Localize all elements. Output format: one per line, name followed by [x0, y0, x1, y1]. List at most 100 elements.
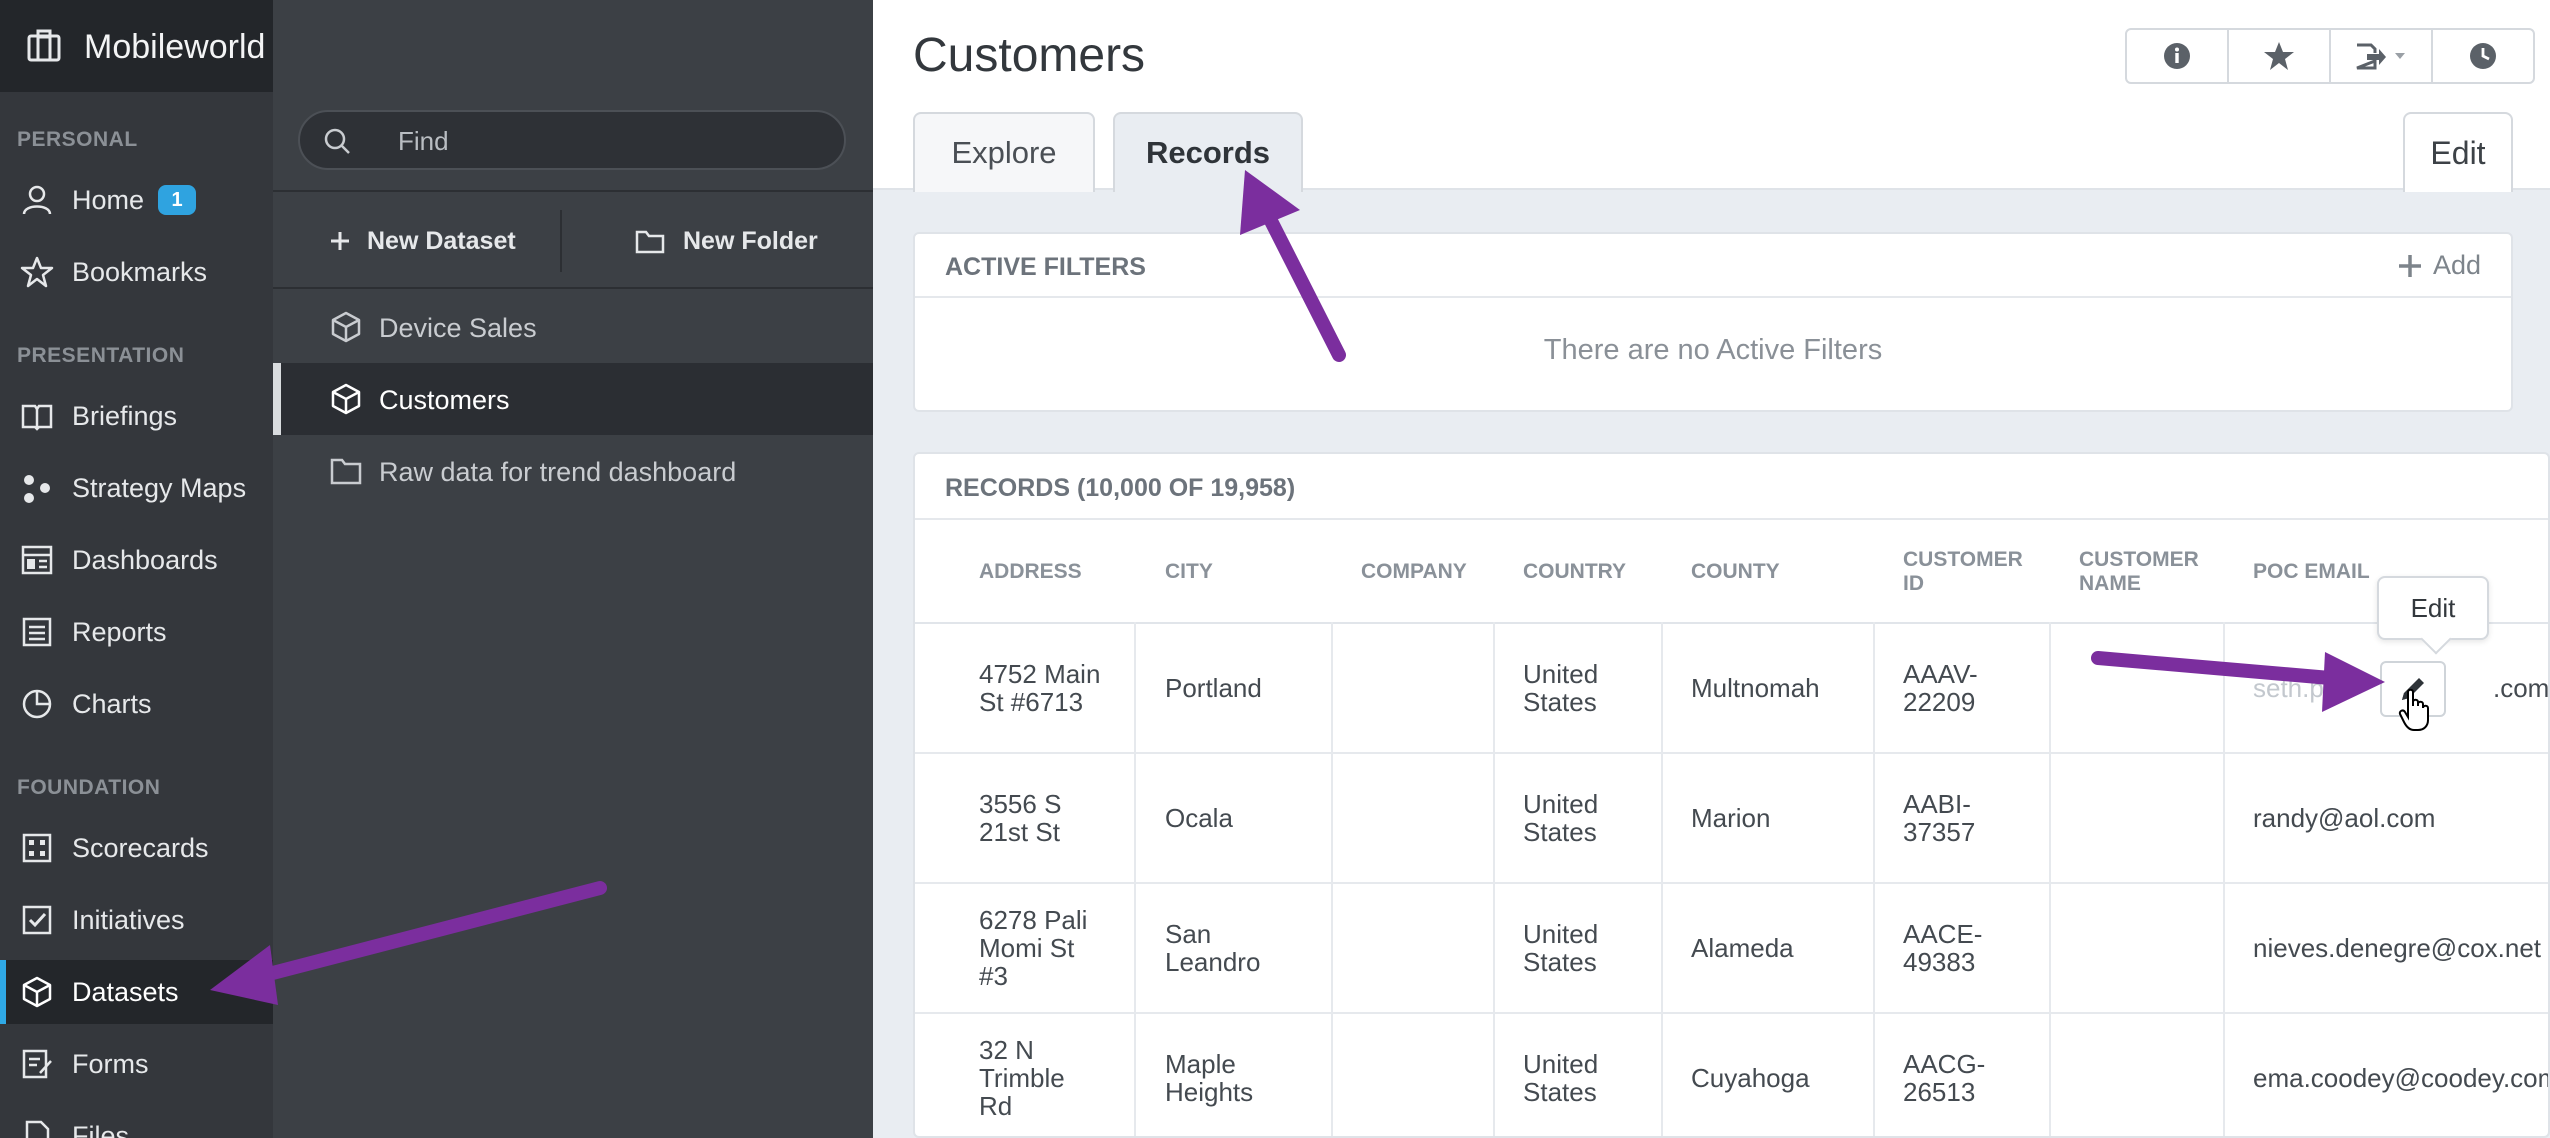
new-folder-button[interactable]: New Folder [635, 216, 818, 266]
dataset-item-customers[interactable]: Customers [273, 363, 873, 435]
cell-address: 4752 Main St #6713 [979, 659, 1101, 717]
table-row[interactable]: 4752 Main St #6713 Portland United State… [915, 624, 2548, 754]
dataset-pane: Find New Dataset New Folder Device Sales… [273, 0, 873, 1138]
cell-poc-email: seth.p [2253, 673, 2324, 703]
nav-item-label: Bookmarks [72, 256, 208, 287]
report-icon [22, 617, 52, 647]
table-row[interactable]: 3556 S 21st St Ocala United States Mario… [915, 754, 2548, 884]
column-header-customer-id[interactable]: CUSTOMER ID [1903, 548, 2023, 596]
form-icon [22, 1049, 52, 1079]
filters-title: ACTIVE FILTERS [945, 253, 1146, 281]
nav-item-label: Reports [72, 616, 167, 647]
filters-empty-message: There are no Active Filters [1543, 334, 1883, 366]
nav-item-scorecards[interactable]: Scorecards [0, 816, 273, 880]
cube-icon [22, 976, 52, 1008]
find-input[interactable]: Find [298, 110, 846, 170]
cell-county: Marion [1691, 803, 1771, 833]
column-header-city[interactable]: CITY [1165, 560, 1213, 584]
cell-poc-email: nieves.denegre@cox.net [2253, 933, 2542, 963]
main-content: Customers Explore Records Edit ACTIVE FI… [873, 0, 2550, 1138]
plus-icon [2398, 254, 2421, 277]
folder-icon [330, 458, 362, 485]
star-icon [20, 256, 54, 288]
column-header-company[interactable]: COMPANY [1361, 560, 1467, 584]
export-button[interactable] [2331, 30, 2433, 82]
divider [915, 518, 2548, 520]
star-icon [2264, 42, 2294, 70]
dataset-item-device-sales[interactable]: Device Sales [273, 291, 873, 363]
cell-address: 32 N Trimble Rd [979, 1035, 1065, 1121]
nav-item-label: Forms [72, 1048, 149, 1079]
nav-item-label: Scorecards [72, 832, 209, 863]
nav-item-reports[interactable]: Reports [0, 600, 273, 664]
nav-item-label: Strategy Maps [72, 472, 247, 503]
nav-item-label: Home [72, 184, 145, 215]
info-button[interactable] [2127, 30, 2229, 82]
cell-customer-id: AACE-49383 [1903, 919, 1983, 977]
section-foundation: FOUNDATION [17, 776, 161, 799]
nav-item-briefings[interactable]: Briefings [0, 384, 273, 448]
section-personal: PERSONAL [17, 128, 138, 151]
nav-item-bookmarks[interactable]: Bookmarks [0, 240, 273, 304]
nav-item-datasets[interactable]: Datasets [0, 960, 273, 1024]
history-button[interactable] [2433, 30, 2533, 82]
page-title: Customers [913, 29, 1146, 82]
column-header-county[interactable]: COUNTY [1691, 560, 1780, 584]
notification-badge: 1 [158, 185, 196, 215]
column-header-customer-name[interactable]: CUSTOMER NAME [2079, 548, 2209, 596]
cell-address: 6278 Pali Momi St #3 [979, 905, 1088, 991]
nav-item-label: Initiatives [72, 904, 185, 935]
cell-city: Ocala [1165, 803, 1233, 833]
tab-records[interactable]: Records [1113, 112, 1303, 192]
folder-item-raw-data[interactable]: Raw data for trend dashboard [273, 435, 873, 507]
cell-poc-email: ema.coodey@coodey.com [2253, 1063, 2550, 1093]
tab-explore[interactable]: Explore [913, 112, 1095, 192]
nav-item-dashboards[interactable]: Dashboards [0, 528, 273, 592]
new-dataset-button[interactable]: New Dataset [329, 216, 516, 266]
cube-icon [331, 311, 361, 343]
cell-city: San Leandro [1165, 919, 1261, 977]
plus-icon [331, 232, 349, 250]
nav-item-strategy-maps[interactable]: Strategy Maps [0, 456, 273, 520]
table-row[interactable]: 6278 Pali Momi St #3 San Leandro United … [915, 884, 2548, 1014]
left-nav: Mobileworld Inc. Example PERSONAL Home 1… [0, 0, 841, 1138]
nav-item-label: Briefings [72, 400, 178, 431]
filters-header: ACTIVE FILTERS Add [915, 234, 2511, 298]
nav-item-label: Datasets [72, 976, 179, 1007]
edit-tooltip: Edit [2377, 576, 2489, 640]
file-icon [25, 1120, 50, 1138]
cell-county: Cuyahoga [1691, 1063, 1810, 1093]
column-header-country[interactable]: COUNTRY [1523, 560, 1626, 584]
cube-icon [331, 383, 361, 415]
cell-customer-id: AACG-26513 [1903, 1049, 1986, 1107]
info-icon [2164, 43, 2190, 69]
history-icon [2470, 43, 2496, 69]
nav-item-files[interactable]: Files [0, 1104, 273, 1138]
find-placeholder: Find [398, 126, 449, 156]
cell-country: United States [1523, 659, 1599, 717]
edit-button[interactable]: Edit [2403, 112, 2513, 192]
active-filters-panel: ACTIVE FILTERS Add There are no Active F… [913, 232, 2513, 412]
cell-country: United States [1523, 1049, 1599, 1107]
section-presentation: PRESENTATION [17, 344, 185, 367]
nav-item-forms[interactable]: Forms [0, 1032, 273, 1096]
column-header-address[interactable]: ADDRESS [979, 560, 1082, 584]
bookmark-button[interactable] [2229, 30, 2331, 82]
cell-customer-id: AAAV-22209 [1903, 659, 1978, 717]
nav-item-initiatives[interactable]: Initiatives [0, 888, 273, 952]
hand-cursor-icon [2398, 688, 2429, 731]
nav-item-charts[interactable]: Charts [0, 672, 273, 736]
nav-item-home[interactable]: Home 1 [0, 168, 273, 232]
cell-city: Maple Heights [1165, 1049, 1254, 1107]
cell-city: Portland [1165, 673, 1262, 703]
divider [273, 190, 873, 192]
nav-item-label: Charts [72, 688, 152, 719]
add-filter-button[interactable]: Add [2397, 250, 2481, 281]
cell-address: 3556 S 21st St [979, 789, 1062, 847]
table-row[interactable]: 32 N Trimble Rd Maple Heights United Sta… [915, 1014, 2550, 1136]
strategy-map-icon [24, 475, 50, 503]
new-dataset-label: New Dataset [367, 226, 516, 255]
cell-county: Multnomah [1691, 673, 1820, 703]
nav-header: Mobileworld Inc. Example [0, 0, 841, 92]
column-header-poc-email[interactable]: POC EMAIL [2253, 560, 2370, 584]
